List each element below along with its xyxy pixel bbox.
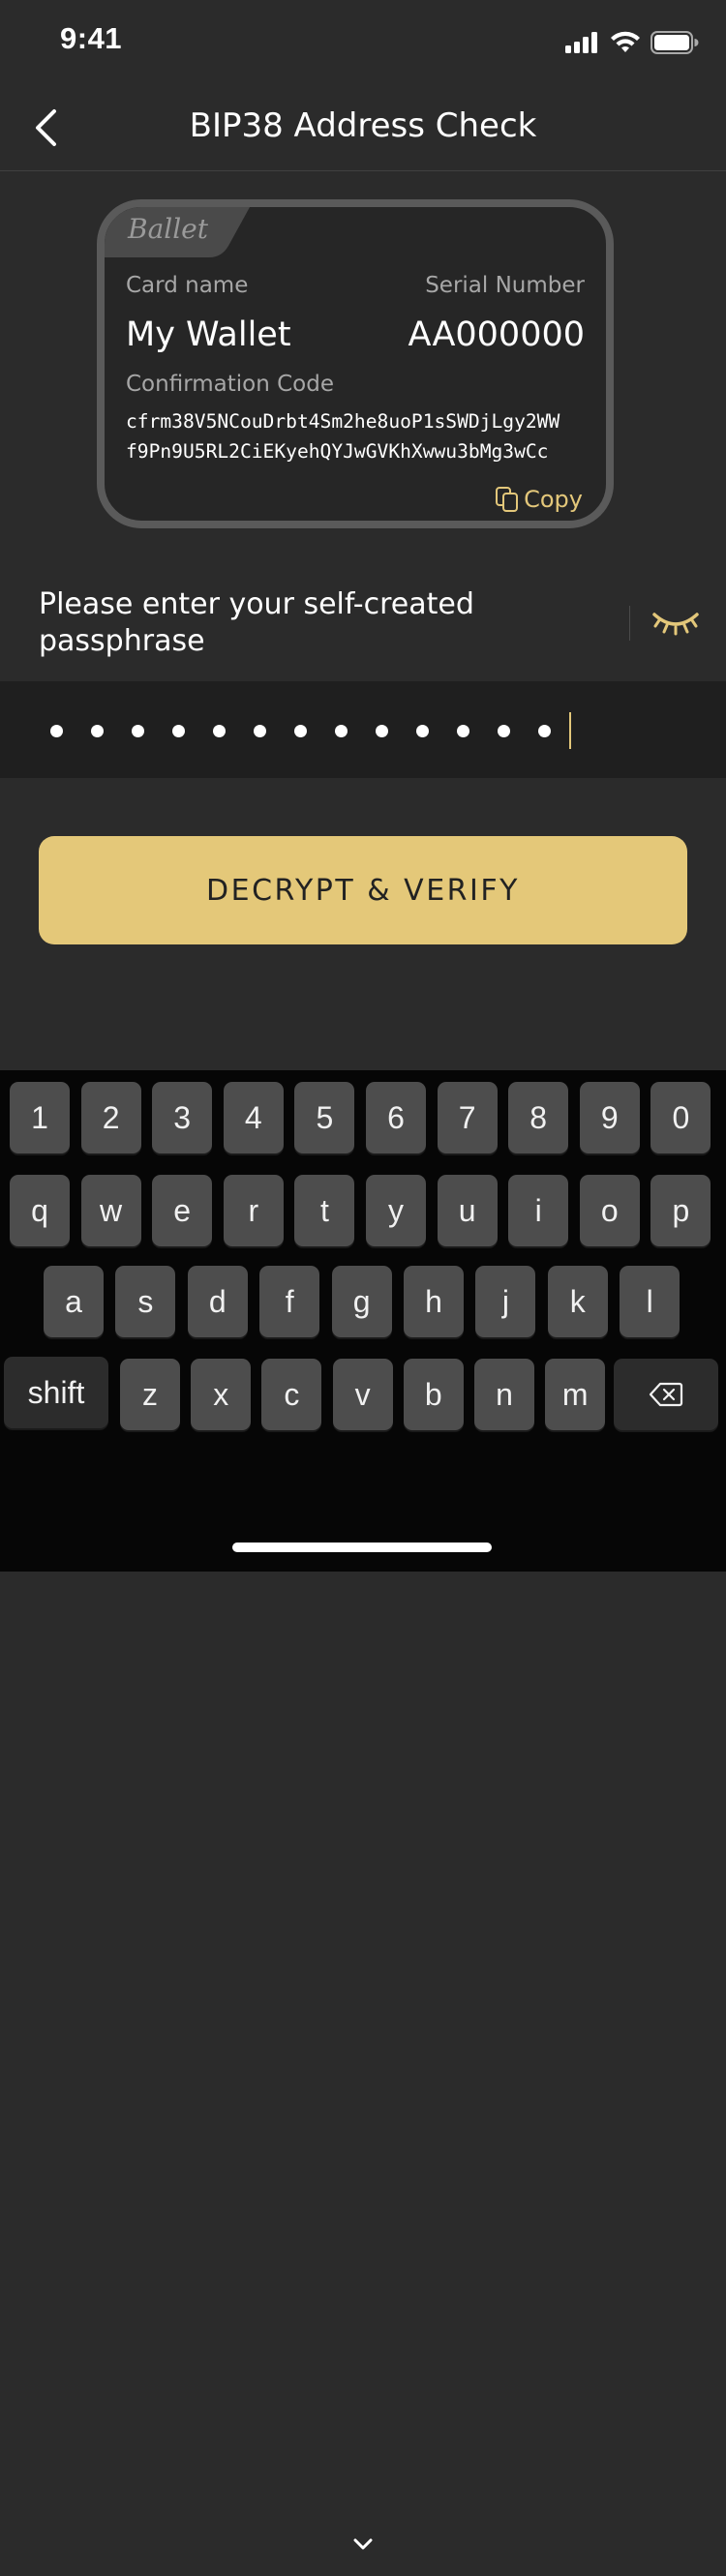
- card-name-label: Card name: [126, 273, 249, 298]
- key-a[interactable]: a: [44, 1266, 104, 1337]
- confirmation-code-line: cfrm38V5NCouDrbt4Sm2he8uoP1sSWDjLgy2WW: [126, 410, 560, 433]
- password-dot: [498, 724, 510, 737]
- wallet-card: Ballet Card name Serial Number My Wallet…: [97, 199, 614, 528]
- key-r[interactable]: r: [223, 1175, 284, 1246]
- key-q[interactable]: q: [10, 1175, 70, 1246]
- key-1[interactable]: 1: [10, 1082, 70, 1153]
- key-6[interactable]: 6: [366, 1082, 426, 1153]
- key-s[interactable]: s: [115, 1266, 176, 1337]
- key-b[interactable]: b: [403, 1359, 464, 1430]
- key-z[interactable]: z: [120, 1359, 180, 1430]
- key-9[interactable]: 9: [579, 1082, 640, 1153]
- key-t[interactable]: t: [294, 1175, 355, 1246]
- chevron-down-icon: [353, 2538, 373, 2550]
- text-caret: [569, 712, 571, 749]
- key-p[interactable]: p: [650, 1175, 711, 1246]
- password-dot: [132, 724, 144, 737]
- backspace-key[interactable]: [614, 1359, 718, 1430]
- keyboard: 1 2 3 4 5 6 7 8 9 0 q w e r t y u i o p a s d f g h j k l shift z x c v b n…: [0, 1070, 726, 2576]
- password-dot: [335, 724, 348, 737]
- page-title: BIP38 Address Check: [189, 106, 537, 145]
- keyboard-accessory-bar: [0, 2518, 726, 2576]
- serial-number-value: AA000000: [408, 315, 585, 354]
- key-j[interactable]: j: [475, 1266, 536, 1337]
- passphrase-input[interactable]: [0, 681, 726, 778]
- home-indicator: [232, 1543, 492, 1552]
- key-k[interactable]: k: [547, 1266, 608, 1337]
- key-8[interactable]: 8: [508, 1082, 569, 1153]
- key-y[interactable]: y: [366, 1175, 426, 1246]
- key-4[interactable]: 4: [223, 1082, 284, 1153]
- key-i[interactable]: i: [508, 1175, 569, 1246]
- password-dot: [213, 724, 226, 737]
- key-c[interactable]: c: [261, 1359, 322, 1430]
- password-dot: [294, 724, 307, 737]
- eye-closed-icon: [652, 613, 699, 636]
- key-e[interactable]: e: [152, 1175, 213, 1246]
- key-n[interactable]: n: [474, 1359, 534, 1430]
- key-x[interactable]: x: [191, 1359, 252, 1430]
- card-name-value: My Wallet: [126, 315, 291, 354]
- password-dot: [254, 724, 266, 737]
- copy-icon: [496, 487, 519, 512]
- key-v[interactable]: v: [332, 1359, 393, 1430]
- password-dot: [538, 724, 551, 737]
- status-time: 9:41: [60, 21, 123, 55]
- key-g[interactable]: g: [331, 1266, 392, 1337]
- backspace-icon: [649, 1382, 683, 1407]
- confirmation-code-line: f9Pn9U5RL2CiEKyehQYJwGVKhXwwu3bMg3wCc: [126, 440, 549, 463]
- password-dot: [457, 724, 469, 737]
- divider: [629, 606, 630, 641]
- wifi-icon: [611, 31, 640, 52]
- key-3[interactable]: 3: [152, 1082, 213, 1153]
- copy-button[interactable]: Copy: [495, 486, 583, 513]
- key-d[interactable]: d: [187, 1266, 248, 1337]
- password-dot: [172, 724, 185, 737]
- key-l[interactable]: l: [620, 1266, 681, 1337]
- key-h[interactable]: h: [404, 1266, 464, 1337]
- copy-label: Copy: [524, 486, 583, 513]
- key-7[interactable]: 7: [437, 1082, 498, 1153]
- key-5[interactable]: 5: [294, 1082, 355, 1153]
- password-dot: [50, 724, 63, 737]
- key-0[interactable]: 0: [650, 1082, 711, 1153]
- signal-icon: [565, 32, 597, 53]
- status-icons: [565, 29, 699, 56]
- password-dot: [416, 724, 429, 737]
- key-m[interactable]: m: [545, 1359, 606, 1430]
- passphrase-prompt: Please enter your self-created passphras…: [39, 587, 474, 658]
- confirmation-code-value: cfrm38V5NCouDrbt4Sm2he8uoP1sSWDjLgy2WW f…: [126, 406, 606, 466]
- serial-number-label: Serial Number: [425, 273, 585, 298]
- masked-passphrase: [50, 712, 571, 749]
- shift-key[interactable]: shift: [4, 1357, 108, 1428]
- key-w[interactable]: w: [80, 1175, 141, 1246]
- key-2[interactable]: 2: [80, 1082, 141, 1153]
- key-o[interactable]: o: [579, 1175, 640, 1246]
- password-dot: [91, 724, 104, 737]
- confirmation-code-label: Confirmation Code: [126, 372, 334, 397]
- status-bar: 9:41: [0, 0, 726, 85]
- toggle-visibility-button[interactable]: [650, 606, 701, 641]
- password-dot: [376, 724, 388, 737]
- brand-logo: Ballet: [128, 213, 209, 245]
- decrypt-verify-button[interactable]: DECRYPT & VERIFY: [39, 836, 687, 944]
- dismiss-keyboard-button[interactable]: [348, 2530, 378, 2559]
- nav-bar: BIP38 Address Check: [0, 85, 726, 171]
- key-u[interactable]: u: [437, 1175, 498, 1246]
- battery-icon: [650, 31, 699, 54]
- key-f[interactable]: f: [259, 1266, 320, 1337]
